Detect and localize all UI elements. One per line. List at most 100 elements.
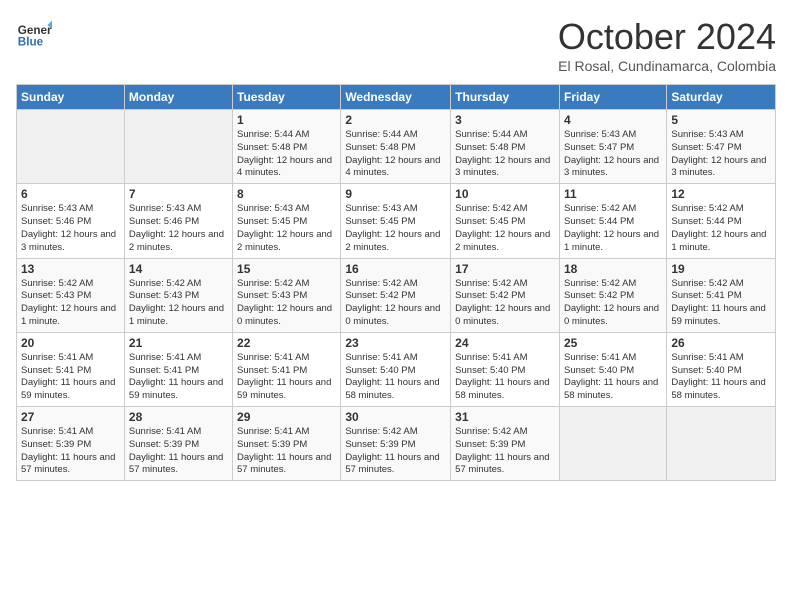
calendar-cell [667,407,776,481]
logo: General Blue [16,16,52,52]
cell-day-number: 20 [21,336,120,350]
calendar-cell: 18Sunrise: 5:42 AM Sunset: 5:42 PM Dayli… [559,258,666,332]
calendar-cell: 1 Sunrise: 5:44 AM Sunset: 5:48 PM Daylig… [233,110,341,184]
cell-info: Sunrise: 5:41 AM Sunset: 5:41 PM Dayligh… [129,352,228,403]
cell-day-number: 9 [345,187,446,201]
calendar-cell: 29 Sunrise: 5:41 AM Sunset: 5:39 PM Dayli… [233,407,341,481]
calendar-cell: 3 Sunrise: 5:44 AM Sunset: 5:48 PM Daylig… [451,110,560,184]
cell-day-number: 25 [564,336,662,350]
cell-info: Sunrise: 5:41 AM Sunset: 5:41 PM Dayligh… [237,352,336,403]
calendar-cell: 16 Sunrise: 5:42 AM Sunset: 5:42 PM Dayli… [341,258,451,332]
cell-info: Sunrise: 5:43 AM Sunset: 5:45 PM Dayligh… [345,203,446,254]
cell-day-number: 29 [237,410,336,424]
cell-day-number: 21 [129,336,228,350]
col-header-saturday: Saturday [667,85,776,110]
calendar-cell [124,110,232,184]
cell-day-number: 19 [671,262,771,276]
calendar-cell: 24 Sunrise: 5:41 AM Sunset: 5:40 PM Dayli… [451,332,560,406]
calendar-header-row: SundayMondayTuesdayWednesdayThursdayFrid… [17,85,776,110]
cell-info: Sunrise: 5:42 AM Sunset: 5:44 PM Dayligh… [564,203,662,254]
cell-day-number: 30 [345,410,446,424]
calendar-cell: 31 Sunrise: 5:42 AM Sunset: 5:39 PM Dayli… [451,407,560,481]
col-header-wednesday: Wednesday [341,85,451,110]
calendar-cell: 30 Sunrise: 5:42 AM Sunset: 5:39 PM Dayli… [341,407,451,481]
calendar-week-5: 27 Sunrise: 5:41 AM Sunset: 5:39 PM Dayli… [17,407,776,481]
calendar-cell: 15Sunrise: 5:42 AM Sunset: 5:43 PM Dayli… [233,258,341,332]
calendar-table: SundayMondayTuesdayWednesdayThursdayFrid… [16,84,776,481]
cell-info: Sunrise: 5:41 AM Sunset: 5:39 PM Dayligh… [237,426,336,477]
cell-info: Sunrise: 5:41 AM Sunset: 5:41 PM Dayligh… [21,352,120,403]
cell-info: Sunrise: 5:42 AM Sunset: 5:43 PM Dayligh… [21,278,120,329]
calendar-week-2: 6 Sunrise: 5:43 AM Sunset: 5:46 PM Daylig… [17,184,776,258]
cell-day-number: 31 [455,410,555,424]
calendar-week-3: 13 Sunrise: 5:42 AM Sunset: 5:43 PM Dayli… [17,258,776,332]
calendar-cell: 13 Sunrise: 5:42 AM Sunset: 5:43 PM Dayli… [17,258,125,332]
cell-info: Sunrise: 5:41 AM Sunset: 5:40 PM Dayligh… [345,352,446,403]
calendar-cell: 8 Sunrise: 5:43 AM Sunset: 5:45 PM Daylig… [233,184,341,258]
cell-day-number: 4 [564,113,662,127]
calendar-cell: 19Sunrise: 5:42 AM Sunset: 5:41 PM Dayli… [667,258,776,332]
cell-info: Sunrise: 5:43 AM Sunset: 5:46 PM Dayligh… [129,203,228,254]
calendar-cell: 26 Sunrise: 5:41 AM Sunset: 5:40 PM Dayli… [667,332,776,406]
cell-day-number: 17 [455,262,555,276]
cell-day-number: 6 [21,187,120,201]
calendar-cell: 23 Sunrise: 5:41 AM Sunset: 5:40 PM Dayli… [341,332,451,406]
cell-day-number: 10 [455,187,555,201]
calendar-cell: 28Sunrise: 5:41 AM Sunset: 5:39 PM Dayli… [124,407,232,481]
title-area: October 2024 El Rosal, Cundinamarca, Col… [558,16,776,74]
col-header-friday: Friday [559,85,666,110]
cell-info: Sunrise: 5:42 AM Sunset: 5:39 PM Dayligh… [455,426,555,477]
calendar-cell: 14 Sunrise: 5:42 AM Sunset: 5:43 PM Dayli… [124,258,232,332]
cell-day-number: 7 [129,187,228,201]
cell-day-number: 16 [345,262,446,276]
calendar-cell [17,110,125,184]
calendar-cell: 25 Sunrise: 5:41 AM Sunset: 5:40 PM Dayli… [559,332,666,406]
header: General Blue October 2024 El Rosal, Cund… [16,16,776,74]
calendar-cell: 4 Sunrise: 5:43 AM Sunset: 5:47 PM Daylig… [559,110,666,184]
cell-day-number: 8 [237,187,336,201]
calendar-cell: 20 Sunrise: 5:41 AM Sunset: 5:41 PM Dayli… [17,332,125,406]
cell-info: Sunrise: 5:44 AM Sunset: 5:48 PM Dayligh… [455,129,555,180]
cell-info: Sunrise: 5:42 AM Sunset: 5:43 PM Dayligh… [237,278,336,329]
month-title: October 2024 [558,16,776,58]
cell-info: Sunrise: 5:41 AM Sunset: 5:40 PM Dayligh… [671,352,771,403]
calendar-cell: 12Sunrise: 5:42 AM Sunset: 5:44 PM Dayli… [667,184,776,258]
cell-info: Sunrise: 5:42 AM Sunset: 5:42 PM Dayligh… [345,278,446,329]
cell-day-number: 12 [671,187,771,201]
calendar-cell: 2Sunrise: 5:44 AM Sunset: 5:48 PM Daylig… [341,110,451,184]
cell-info: Sunrise: 5:41 AM Sunset: 5:39 PM Dayligh… [21,426,120,477]
cell-info: Sunrise: 5:43 AM Sunset: 5:47 PM Dayligh… [564,129,662,180]
cell-day-number: 22 [237,336,336,350]
calendar-cell: 17 Sunrise: 5:42 AM Sunset: 5:42 PM Dayli… [451,258,560,332]
cell-info: Sunrise: 5:43 AM Sunset: 5:46 PM Dayligh… [21,203,120,254]
cell-day-number: 3 [455,113,555,127]
location-subtitle: El Rosal, Cundinamarca, Colombia [558,58,776,74]
cell-info: Sunrise: 5:43 AM Sunset: 5:45 PM Dayligh… [237,203,336,254]
cell-day-number: 14 [129,262,228,276]
cell-info: Sunrise: 5:42 AM Sunset: 5:39 PM Dayligh… [345,426,446,477]
cell-day-number: 11 [564,187,662,201]
col-header-monday: Monday [124,85,232,110]
cell-day-number: 1 [237,113,336,127]
calendar-cell: 6 Sunrise: 5:43 AM Sunset: 5:46 PM Daylig… [17,184,125,258]
cell-day-number: 24 [455,336,555,350]
cell-day-number: 5 [671,113,771,127]
cell-day-number: 26 [671,336,771,350]
cell-day-number: 13 [21,262,120,276]
cell-day-number: 18 [564,262,662,276]
cell-info: Sunrise: 5:41 AM Sunset: 5:40 PM Dayligh… [455,352,555,403]
calendar-cell: 22 Sunrise: 5:41 AM Sunset: 5:41 PM Dayli… [233,332,341,406]
svg-text:Blue: Blue [18,36,44,49]
col-header-thursday: Thursday [451,85,560,110]
cell-info: Sunrise: 5:41 AM Sunset: 5:40 PM Dayligh… [564,352,662,403]
cell-info: Sunrise: 5:44 AM Sunset: 5:48 PM Dayligh… [237,129,336,180]
calendar-cell: 27 Sunrise: 5:41 AM Sunset: 5:39 PM Dayli… [17,407,125,481]
cell-day-number: 27 [21,410,120,424]
col-header-sunday: Sunday [17,85,125,110]
cell-day-number: 2 [345,113,446,127]
calendar-cell: 5Sunrise: 5:43 AM Sunset: 5:47 PM Daylig… [667,110,776,184]
cell-info: Sunrise: 5:42 AM Sunset: 5:43 PM Dayligh… [129,278,228,329]
calendar-cell: 7 Sunrise: 5:43 AM Sunset: 5:46 PM Daylig… [124,184,232,258]
cell-info: Sunrise: 5:42 AM Sunset: 5:42 PM Dayligh… [455,278,555,329]
cell-day-number: 23 [345,336,446,350]
